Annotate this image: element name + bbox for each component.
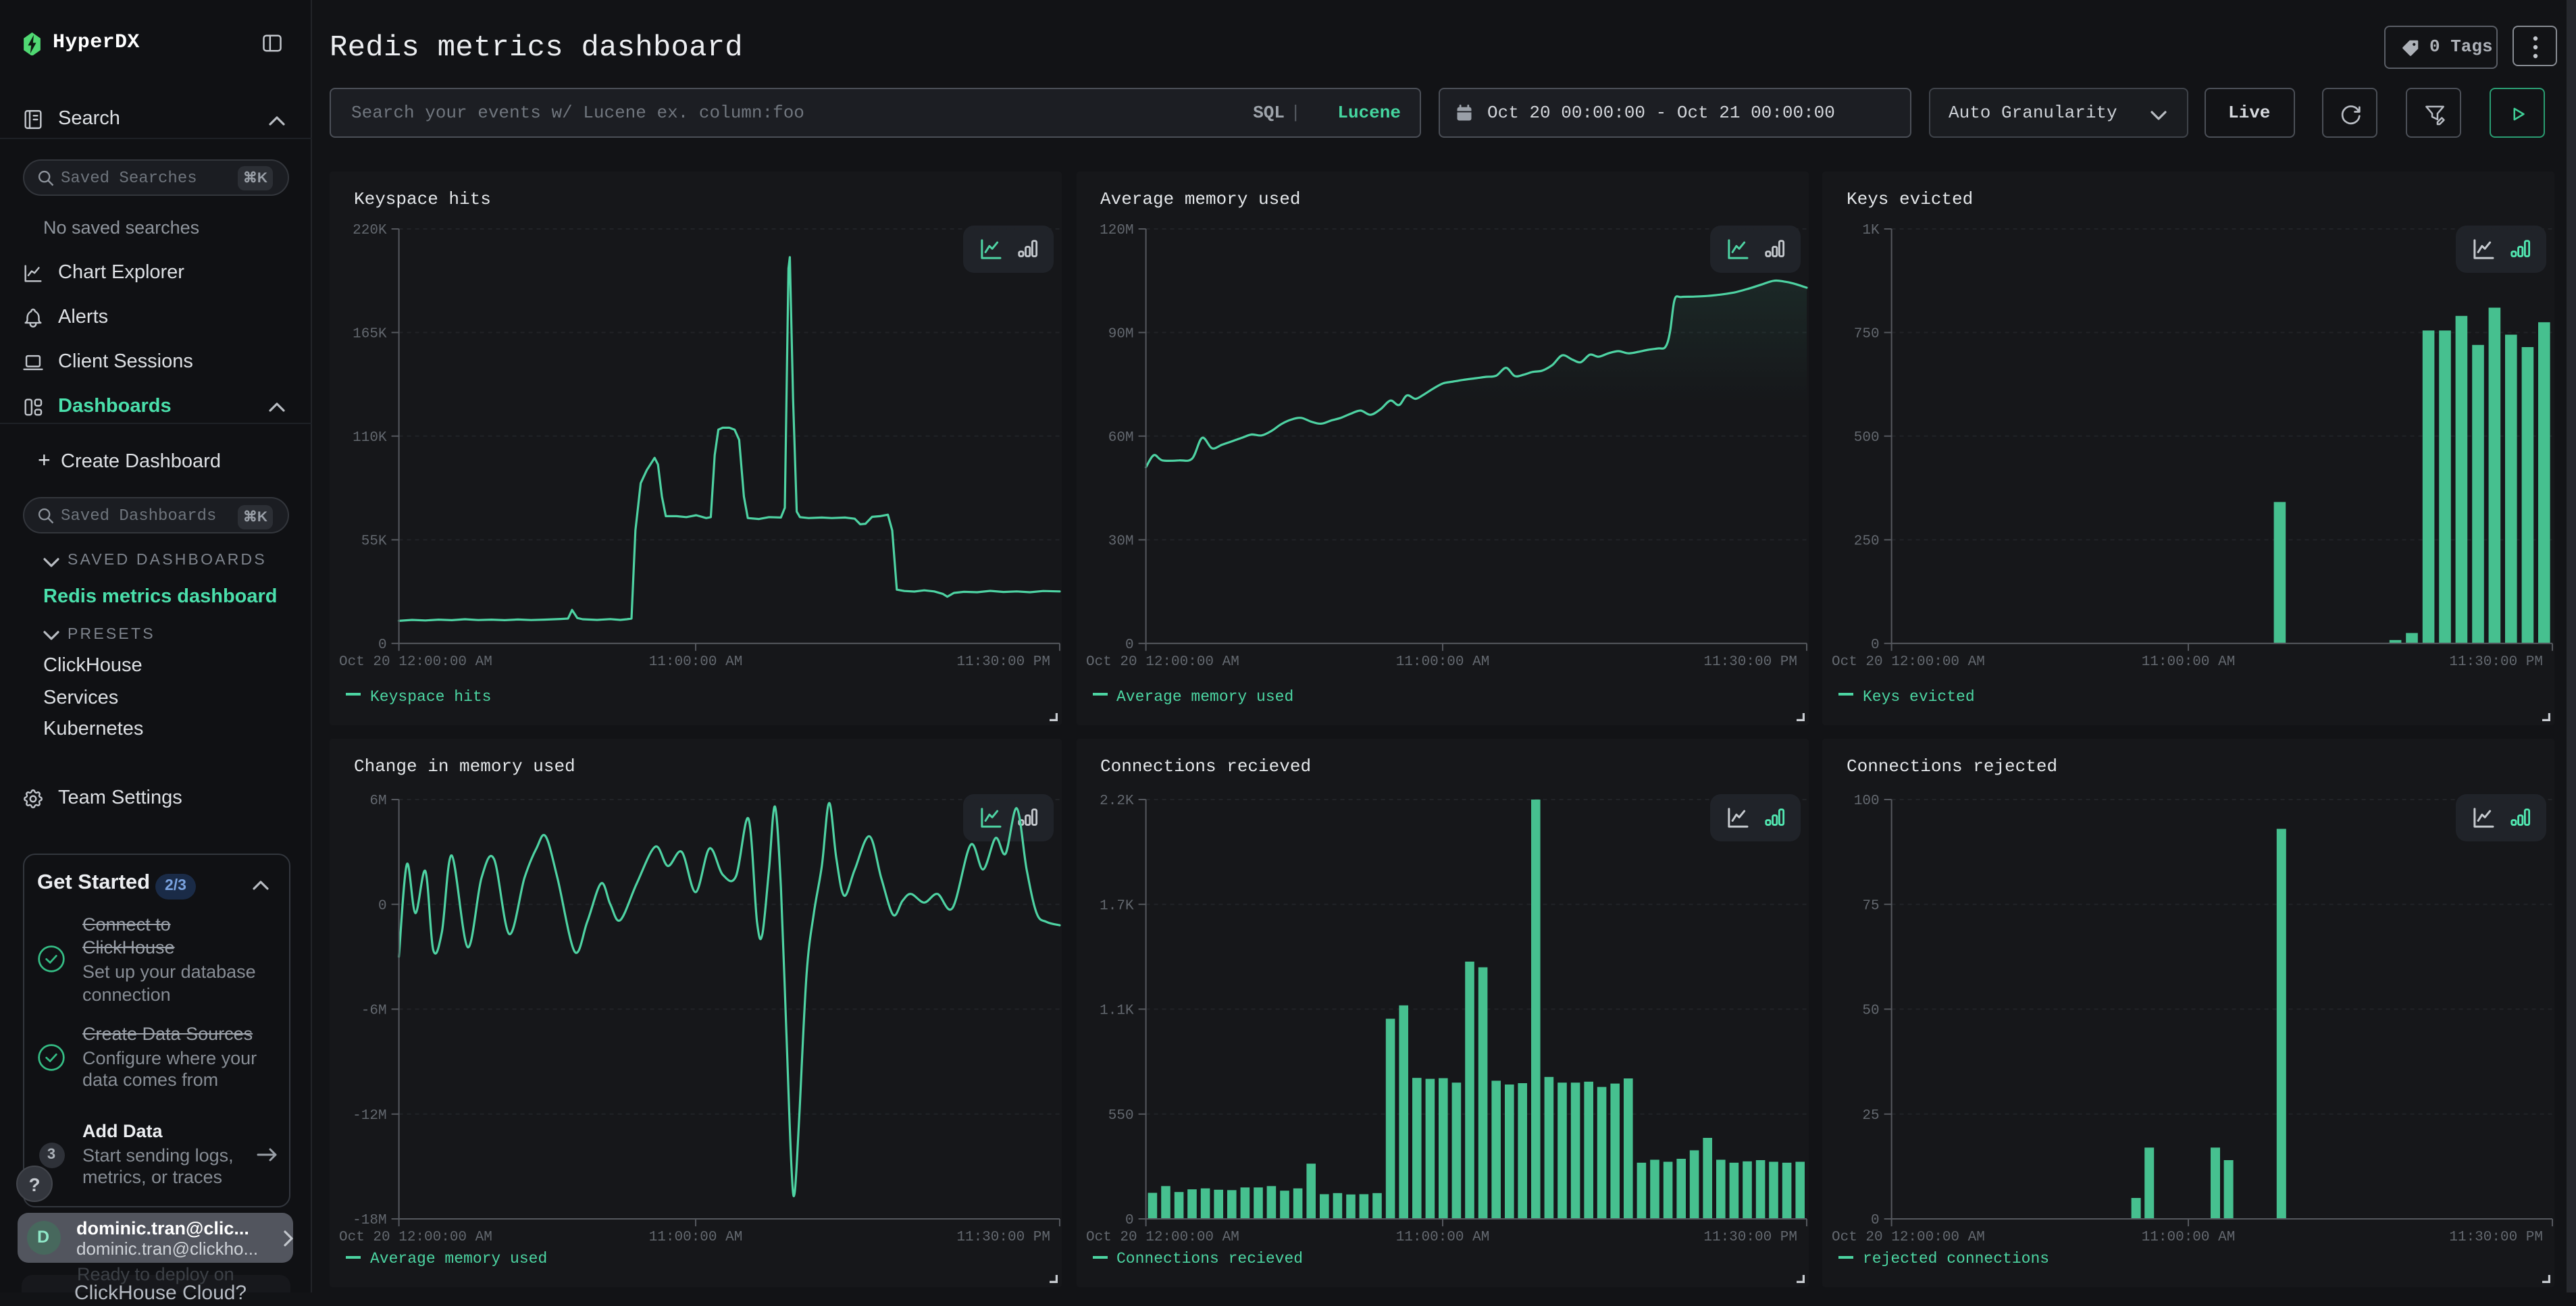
svg-text:-12M: -12M xyxy=(353,1108,386,1124)
svg-text:0: 0 xyxy=(1871,1213,1880,1228)
svg-text:11:00:00 AM: 11:00:00 AM xyxy=(2142,654,2236,669)
svg-text:120M: 120M xyxy=(1099,222,1133,238)
svg-text:75: 75 xyxy=(1862,898,1879,914)
svg-text:1K: 1K xyxy=(1862,222,1880,238)
svg-text:750: 750 xyxy=(1854,326,1880,342)
svg-text:1.1K: 1.1K xyxy=(1099,1003,1133,1019)
svg-text:0: 0 xyxy=(378,898,387,914)
svg-text:0: 0 xyxy=(1125,1213,1133,1228)
svg-text:Oct 20 12:00:00 AM: Oct 20 12:00:00 AM xyxy=(1085,1230,1239,1245)
svg-text:30M: 30M xyxy=(1108,533,1133,549)
svg-text:11:30:00 PM: 11:30:00 PM xyxy=(1703,654,1797,669)
svg-text:110K: 110K xyxy=(353,429,387,445)
svg-text:220K: 220K xyxy=(353,222,387,238)
svg-text:-6M: -6M xyxy=(361,1003,387,1019)
svg-text:11:30:00 PM: 11:30:00 PM xyxy=(956,1230,1050,1245)
svg-text:60M: 60M xyxy=(1108,429,1133,445)
svg-text:11:00:00 AM: 11:00:00 AM xyxy=(1395,654,1489,669)
svg-text:Oct 20 12:00:00 AM: Oct 20 12:00:00 AM xyxy=(339,654,492,669)
svg-text:100: 100 xyxy=(1854,793,1880,809)
svg-text:25: 25 xyxy=(1862,1108,1879,1124)
svg-text:11:30:00 PM: 11:30:00 PM xyxy=(1703,1230,1797,1245)
svg-text:1.7K: 1.7K xyxy=(1099,898,1133,914)
svg-text:55K: 55K xyxy=(361,533,387,549)
svg-text:2.2K: 2.2K xyxy=(1099,793,1133,809)
svg-text:11:30:00 PM: 11:30:00 PM xyxy=(2449,654,2543,669)
svg-text:90M: 90M xyxy=(1108,326,1133,342)
svg-text:11:00:00 AM: 11:00:00 AM xyxy=(649,654,743,669)
svg-text:0: 0 xyxy=(1125,637,1133,652)
svg-text:165K: 165K xyxy=(353,326,387,342)
svg-text:500: 500 xyxy=(1854,429,1880,445)
svg-text:0: 0 xyxy=(1871,637,1880,652)
svg-text:11:00:00 AM: 11:00:00 AM xyxy=(2142,1230,2236,1245)
svg-text:550: 550 xyxy=(1108,1108,1133,1124)
svg-text:11:30:00 PM: 11:30:00 PM xyxy=(2449,1230,2543,1245)
svg-text:6M: 6M xyxy=(369,793,386,809)
svg-text:-18M: -18M xyxy=(353,1213,386,1228)
svg-text:11:00:00 AM: 11:00:00 AM xyxy=(649,1230,743,1245)
svg-text:11:00:00 AM: 11:00:00 AM xyxy=(1395,1230,1489,1245)
svg-text:Oct 20 12:00:00 AM: Oct 20 12:00:00 AM xyxy=(1832,654,1985,669)
svg-text:11:30:00 PM: 11:30:00 PM xyxy=(956,654,1050,669)
svg-text:Oct 20 12:00:00 AM: Oct 20 12:00:00 AM xyxy=(1085,654,1239,669)
svg-text:0: 0 xyxy=(378,637,387,652)
svg-text:50: 50 xyxy=(1862,1003,1879,1019)
svg-text:Oct 20 12:00:00 AM: Oct 20 12:00:00 AM xyxy=(1832,1230,1985,1245)
svg-text:Oct 20 12:00:00 AM: Oct 20 12:00:00 AM xyxy=(339,1230,492,1245)
svg-text:250: 250 xyxy=(1854,533,1880,549)
